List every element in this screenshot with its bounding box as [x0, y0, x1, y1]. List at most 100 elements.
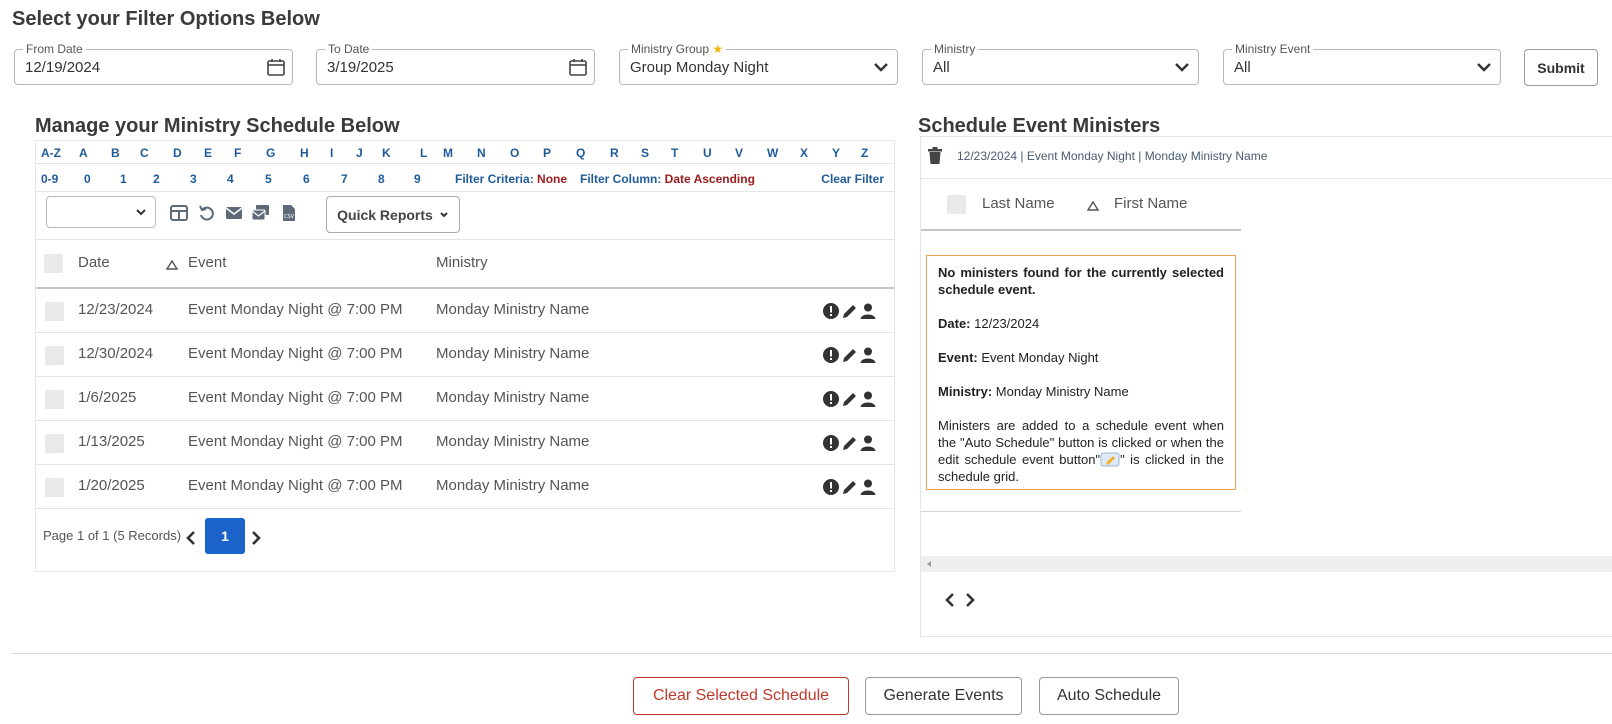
alpha-filter-o[interactable]: O [510, 146, 519, 160]
numeric-filter-9[interactable]: 9 [414, 172, 421, 186]
alpha-filter-u[interactable]: U [703, 146, 712, 160]
alpha-filter-p[interactable]: P [543, 146, 551, 160]
auto-schedule-button[interactable]: Auto Schedule [1039, 677, 1179, 715]
clear-filter-link[interactable]: Clear Filter [821, 172, 884, 186]
numeric-filter-4[interactable]: 4 [227, 172, 234, 186]
alpha-filter-a[interactable]: A [79, 146, 88, 160]
sort-asc-icon[interactable] [1087, 200, 1099, 212]
table-icon[interactable] [169, 203, 189, 223]
select-all-ministers-checkbox[interactable] [947, 195, 966, 214]
edit-icon[interactable] [841, 302, 859, 320]
csv-file-icon[interactable]: CSV [279, 203, 299, 223]
table-row[interactable]: 12/23/2024 Event Monday Night @ 7:00 PM Mo… [36, 289, 894, 333]
person-icon[interactable] [859, 346, 877, 364]
ministry-group-select[interactable]: Ministry Group ★ Group Monday Night [619, 42, 898, 85]
ministry-select[interactable]: Ministry All [922, 42, 1199, 85]
numeric-filter-6[interactable]: 6 [303, 172, 310, 186]
undo-icon[interactable] [197, 203, 217, 223]
alpha-filter-a-z[interactable]: A-Z [41, 146, 61, 160]
edit-icon[interactable] [841, 434, 859, 452]
chevron-left-icon[interactable] [942, 592, 958, 608]
numeric-filter-2[interactable]: 2 [153, 172, 160, 186]
alpha-filter-c[interactable]: C [140, 146, 149, 160]
alpha-filter-b[interactable]: B [111, 146, 120, 160]
table-row[interactable]: 12/30/2024 Event Monday Night @ 7:00 PM Mo… [36, 333, 894, 377]
alpha-filter-x[interactable]: X [800, 146, 808, 160]
chevron-right-icon[interactable] [248, 530, 264, 546]
row-event: Event Monday Night @ 7:00 PM [188, 345, 403, 362]
alert-icon[interactable] [822, 478, 840, 496]
alpha-filter-n[interactable]: N [477, 146, 486, 160]
calendar-icon[interactable] [266, 57, 286, 77]
alert-icon[interactable] [822, 302, 840, 320]
alpha-filter-g[interactable]: G [266, 146, 275, 160]
numeric-filter-7[interactable]: 7 [341, 172, 348, 186]
clear-selected-schedule-button[interactable]: Clear Selected Schedule [633, 677, 849, 715]
column-date[interactable]: Date [78, 254, 110, 271]
sort-asc-icon[interactable] [166, 259, 178, 271]
chevron-right-icon[interactable] [962, 592, 978, 608]
alpha-filter-q[interactable]: Q [576, 146, 585, 160]
column-event[interactable]: Event [188, 254, 226, 271]
alpha-filter-e[interactable]: E [204, 146, 212, 160]
table-row[interactable]: 1/13/2025 Event Monday Night @ 7:00 PM Mon… [36, 421, 894, 465]
bulk-action-select[interactable] [46, 196, 156, 228]
numeric-filter-0-9[interactable]: 0-9 [41, 172, 58, 186]
submit-button[interactable]: Submit [1524, 49, 1598, 86]
alert-icon[interactable] [822, 346, 840, 364]
row-checkbox[interactable] [45, 302, 64, 321]
alpha-filter-k[interactable]: K [382, 146, 391, 160]
person-icon[interactable] [859, 478, 877, 496]
person-icon[interactable] [859, 390, 877, 408]
alpha-filter-j[interactable]: J [356, 146, 363, 160]
alpha-filter-y[interactable]: Y [832, 146, 840, 160]
scroll-left-icon[interactable] [925, 560, 933, 568]
person-icon[interactable] [859, 434, 877, 452]
alpha-filter-h[interactable]: H [300, 146, 309, 160]
alpha-filter-s[interactable]: S [641, 146, 649, 160]
alpha-filter-i[interactable]: I [330, 146, 333, 160]
edit-icon[interactable] [841, 346, 859, 364]
alert-icon[interactable] [822, 390, 840, 408]
to-date-field[interactable]: To Date 3/19/2025 [316, 42, 595, 85]
select-all-checkbox[interactable] [44, 254, 63, 273]
calendar-icon[interactable] [568, 57, 588, 77]
table-row[interactable]: 1/6/2025 Event Monday Night @ 7:00 PM Mond… [36, 377, 894, 421]
generate-events-button[interactable]: Generate Events [865, 677, 1022, 715]
alpha-filter-r[interactable]: R [610, 146, 619, 160]
numeric-filter-3[interactable]: 3 [190, 172, 197, 186]
quick-reports-button[interactable]: Quick Reports [326, 196, 460, 233]
edit-icon[interactable] [841, 390, 859, 408]
edit-icon[interactable] [841, 478, 859, 496]
numeric-filter-5[interactable]: 5 [265, 172, 272, 186]
alpha-filter-z[interactable]: Z [861, 146, 868, 160]
alpha-filter-f[interactable]: F [234, 146, 241, 160]
column-ministry[interactable]: Ministry [436, 254, 488, 271]
row-checkbox[interactable] [45, 346, 64, 365]
alpha-filter-w[interactable]: W [767, 146, 778, 160]
numeric-filter-1[interactable]: 1 [120, 172, 127, 186]
column-first-name[interactable]: First Name [1114, 195, 1187, 212]
alpha-filter-t[interactable]: T [671, 146, 678, 160]
alert-icon[interactable] [822, 434, 840, 452]
column-last-name[interactable]: Last Name [982, 195, 1055, 212]
row-checkbox[interactable] [45, 434, 64, 453]
trash-icon[interactable] [927, 147, 943, 164]
numeric-filter-0[interactable]: 0 [84, 172, 91, 186]
alpha-filter-d[interactable]: D [173, 146, 182, 160]
person-icon[interactable] [859, 302, 877, 320]
row-checkbox[interactable] [45, 390, 64, 409]
alpha-filter-v[interactable]: V [735, 146, 743, 160]
horizontal-scrollbar[interactable] [921, 556, 1612, 572]
page-button-1[interactable]: 1 [205, 518, 245, 554]
table-row[interactable]: 1/20/2025 Event Monday Night @ 7:00 PM Mon… [36, 465, 894, 509]
from-date-field[interactable]: From Date 12/19/2024 [14, 42, 293, 85]
chevron-left-icon[interactable] [183, 530, 199, 546]
row-checkbox[interactable] [45, 478, 64, 497]
mail-bulk-icon[interactable] [251, 203, 271, 223]
ministry-event-select[interactable]: Ministry Event All [1223, 42, 1501, 85]
numeric-filter-8[interactable]: 8 [378, 172, 385, 186]
alpha-filter-m[interactable]: M [443, 146, 453, 160]
alpha-filter-l[interactable]: L [420, 146, 427, 160]
email-icon[interactable] [224, 203, 244, 223]
